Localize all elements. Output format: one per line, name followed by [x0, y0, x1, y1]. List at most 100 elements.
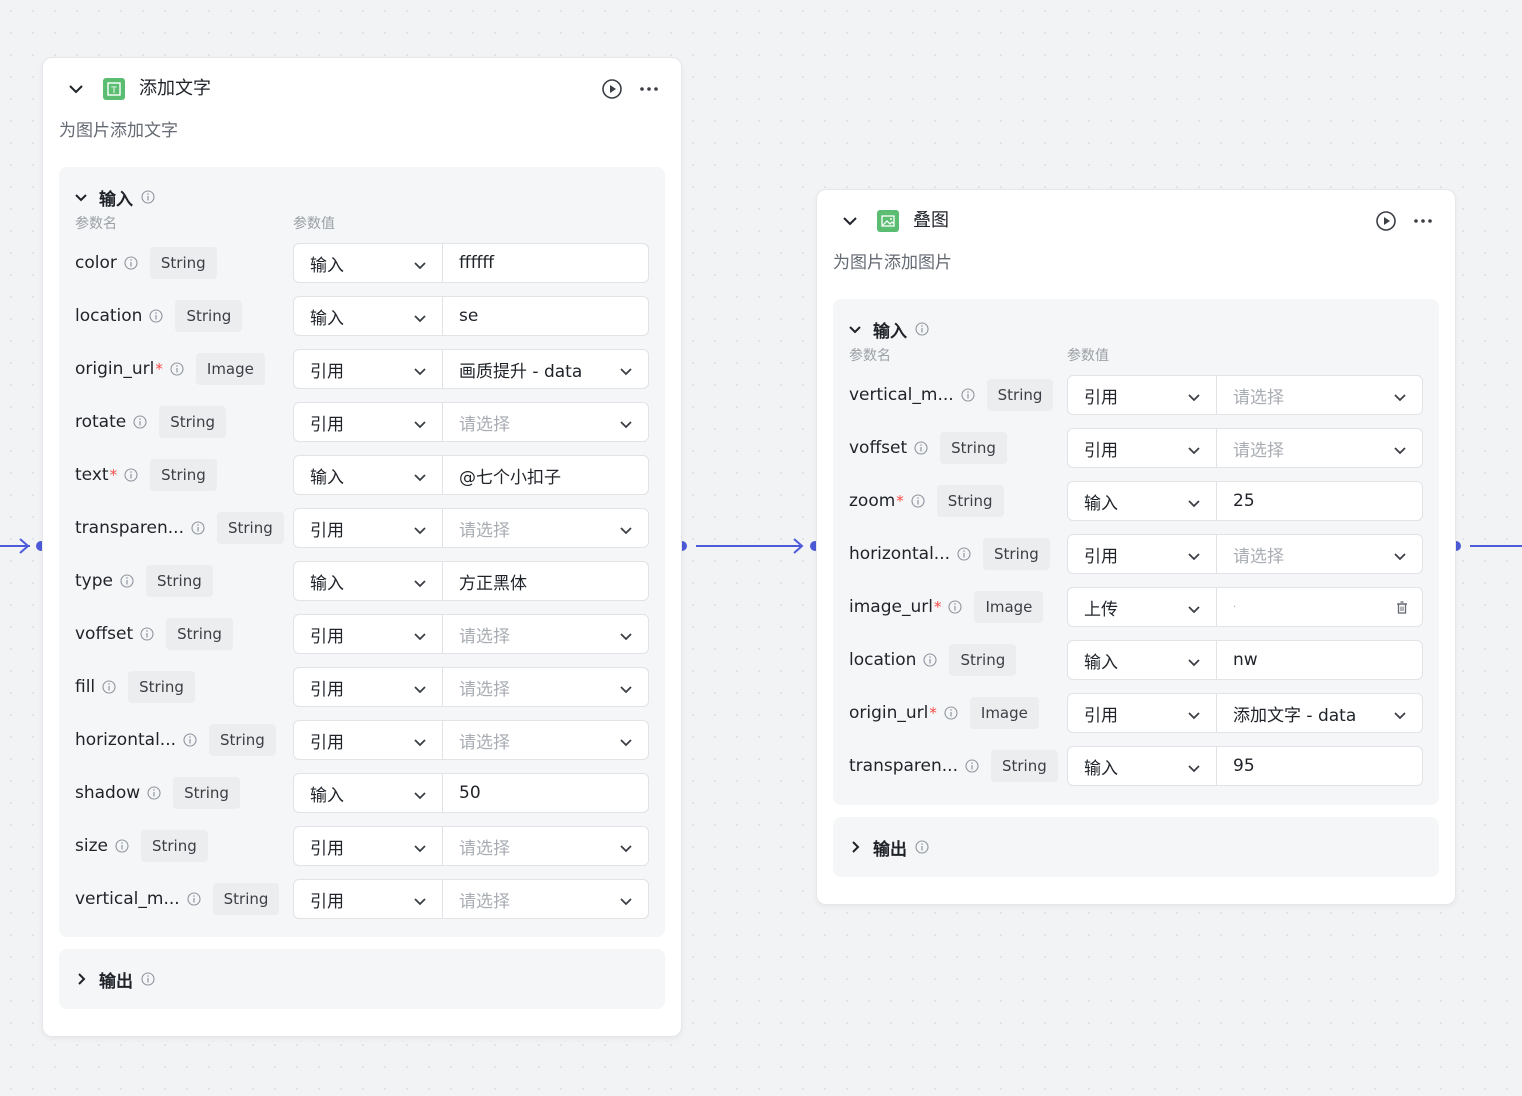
param-value-input[interactable]: nw: [1217, 640, 1423, 680]
param-value-select[interactable]: 请选择: [1217, 428, 1423, 468]
more-icon[interactable]: [637, 78, 661, 100]
info-icon: [124, 256, 138, 270]
param-name-text: image_url: [849, 597, 933, 617]
param-row: image_url * Image 上传 ·: [833, 587, 1439, 629]
param-mode-label: 引用: [310, 520, 344, 541]
param-value-text: 请选择: [459, 838, 510, 859]
param-mode-label: 引用: [310, 626, 344, 647]
param-value-select[interactable]: 画质提升 - data: [443, 349, 649, 389]
edge-out-node2: [1470, 545, 1522, 547]
input-section: 输入 参数名 参数值 color String 输入 ffffff location St…: [59, 167, 665, 937]
info-icon: [915, 322, 929, 336]
input-section-header[interactable]: 输入: [73, 185, 155, 210]
param-mode-select[interactable]: 输入: [293, 455, 443, 495]
chevron-down-icon: [620, 845, 632, 853]
param-mode-select[interactable]: 输入: [293, 296, 443, 336]
param-mode-select[interactable]: 引用: [293, 614, 443, 654]
param-mode-select[interactable]: 输入: [293, 561, 443, 601]
info-icon: [140, 627, 154, 641]
param-value-input[interactable]: @七个小扣子: [443, 455, 649, 495]
output-section-header[interactable]: 输出: [73, 967, 155, 992]
type-badge: String: [166, 618, 233, 650]
param-mode-select[interactable]: 输入: [1067, 746, 1217, 786]
svg-text:T: T: [110, 86, 117, 96]
param-mode-select[interactable]: 引用: [293, 879, 443, 919]
chevron-down-icon: [620, 898, 632, 906]
param-value-text: 请选择: [459, 891, 510, 912]
param-mode-select[interactable]: 输入: [1067, 481, 1217, 521]
node-add-text[interactable]: T 添加文字 为图片添加文字 输入 参数名 参数值 color String 输入 f…: [42, 57, 682, 1037]
info-icon: [944, 706, 958, 720]
output-section[interactable]: 输出: [833, 817, 1439, 877]
image-node-icon: [877, 210, 899, 232]
param-row: origin_url * Image 引用 添加文字 - data: [833, 693, 1439, 735]
param-value-select[interactable]: 请选择: [443, 402, 649, 442]
param-value-input[interactable]: ffffff: [443, 243, 649, 283]
edge-node1-node2[interactable]: [690, 536, 810, 556]
param-row: size String 引用 请选择: [59, 826, 665, 868]
output-section-header[interactable]: 输出: [847, 835, 929, 860]
param-value-select[interactable]: 请选择: [443, 614, 649, 654]
chevron-down-icon: [1188, 712, 1200, 720]
chevron-down-icon: [1394, 447, 1406, 455]
param-mode-label: 输入: [310, 573, 344, 594]
param-row: rotate String 引用 请选择: [59, 402, 665, 444]
param-upload-field[interactable]: ·: [1217, 587, 1423, 627]
chevron-down-icon[interactable]: [839, 210, 861, 232]
param-value-select[interactable]: 请选择: [443, 720, 649, 760]
param-value-select[interactable]: 请选择: [443, 667, 649, 707]
param-value-select[interactable]: 添加文字 - data: [1217, 693, 1423, 733]
param-mode-select[interactable]: 上传: [1067, 587, 1217, 627]
param-value-input[interactable]: 95: [1217, 746, 1423, 786]
column-header-name: 参数名: [849, 348, 891, 364]
play-icon[interactable]: [1375, 210, 1397, 232]
chevron-down-icon: [620, 421, 632, 429]
param-mode-select[interactable]: 引用: [1067, 693, 1217, 733]
param-name-text: size: [75, 836, 108, 856]
param-mode-select[interactable]: 引用: [293, 402, 443, 442]
output-section[interactable]: 输出: [59, 949, 665, 1009]
param-value-text: 请选择: [459, 414, 510, 435]
param-mode-select[interactable]: 输入: [293, 773, 443, 813]
param-value-select[interactable]: 请选择: [443, 879, 649, 919]
param-value-input[interactable]: 方正黑体: [443, 561, 649, 601]
param-value-select[interactable]: 请选择: [1217, 375, 1423, 415]
param-mode-select[interactable]: 引用: [1067, 428, 1217, 468]
info-icon: [170, 362, 184, 376]
param-mode-label: 输入: [1084, 493, 1118, 514]
chevron-down-icon: [1188, 553, 1200, 561]
input-section-header[interactable]: 输入: [847, 317, 929, 342]
param-value-select[interactable]: 请选择: [1217, 534, 1423, 574]
param-mode-select[interactable]: 输入: [1067, 640, 1217, 680]
param-value-select[interactable]: 请选择: [443, 508, 649, 548]
param-name: voffset String: [75, 618, 233, 650]
more-icon[interactable]: [1411, 210, 1435, 232]
param-mode-select[interactable]: 引用: [293, 349, 443, 389]
param-mode-select[interactable]: 引用: [293, 667, 443, 707]
param-mode-select[interactable]: 引用: [1067, 534, 1217, 574]
info-icon: [141, 972, 155, 986]
param-name: text * String: [75, 459, 217, 491]
param-mode-select[interactable]: 输入: [293, 243, 443, 283]
param-value-input[interactable]: 50: [443, 773, 649, 813]
trash-icon[interactable]: [1394, 600, 1410, 616]
param-value-input[interactable]: se: [443, 296, 649, 336]
param-mode-select[interactable]: 引用: [1067, 375, 1217, 415]
chevron-down-icon: [1188, 500, 1200, 508]
param-mode-select[interactable]: 引用: [293, 508, 443, 548]
chevron-down-icon: [414, 368, 426, 376]
info-icon: [120, 574, 134, 588]
param-value-select[interactable]: 请选择: [443, 826, 649, 866]
type-badge: String: [140, 830, 208, 862]
type-badge: String: [159, 406, 226, 438]
param-mode-select[interactable]: 引用: [293, 720, 443, 760]
node-overlay-image[interactable]: 叠图 为图片添加图片 输入 参数名 参数值 vertical_m... Strin…: [816, 189, 1456, 905]
type-badge: String: [173, 777, 240, 809]
param-value-input[interactable]: 25: [1217, 481, 1423, 521]
param-mode-select[interactable]: 引用: [293, 826, 443, 866]
chevron-down-icon: [414, 686, 426, 694]
play-icon[interactable]: [601, 78, 623, 100]
chevron-down-icon: [414, 262, 426, 270]
chevron-down-icon[interactable]: [65, 78, 87, 100]
param-name-text: origin_url: [849, 703, 929, 723]
